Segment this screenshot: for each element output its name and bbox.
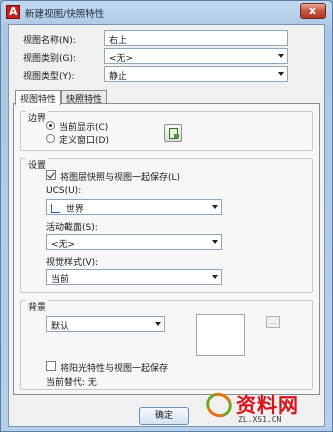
view-category-value: <无> (109, 54, 134, 64)
settings-group-title: 设置 (26, 158, 49, 171)
live-section-value: <无> (51, 240, 76, 250)
chevron-down-icon (278, 72, 284, 76)
watermark-url: ZL.XS1.CN (238, 415, 282, 424)
watermark-brand: 资料网 (236, 393, 299, 417)
ucs-value: 世界 (65, 205, 84, 215)
current-display-radio[interactable] (46, 121, 55, 130)
ucs-select[interactable]: 世界 (46, 199, 222, 215)
define-window-radio[interactable] (46, 134, 55, 143)
watermark-logo-icon (202, 388, 236, 422)
ucs-label: UCS(U): (46, 186, 82, 196)
visual-style-select[interactable]: 当前 (46, 269, 222, 285)
window-title: 新建视图/快照特性 (25, 9, 105, 20)
background-value: 默认 (51, 322, 70, 332)
background-group: 背景 默认 ... 将阳光特性与视图一起保存 当前替代: 无 (20, 300, 313, 390)
boundary-group: 边界 当前显示(C) 定义窗口(D) (20, 111, 313, 151)
settings-group: 设置 将图层快照与视图一起保存(L) UCS(U): 世界 活动截面(S): <… (20, 158, 313, 293)
define-window-icon (169, 128, 179, 139)
tab-view-properties[interactable]: 视图特性 (15, 90, 62, 105)
live-section-select[interactable]: <无> (46, 234, 222, 250)
visual-style-value: 当前 (51, 275, 70, 285)
background-select[interactable]: 默认 (46, 316, 165, 332)
define-window-button[interactable] (164, 124, 182, 142)
world-ucs-icon (51, 204, 60, 213)
view-category-select[interactable]: <无> (104, 48, 288, 64)
chevron-down-icon (155, 322, 161, 326)
view-name-label: 视图名称(N): (23, 36, 76, 46)
background-preview (196, 314, 245, 356)
view-name-input[interactable]: 右上 (104, 30, 288, 46)
chevron-down-icon (212, 205, 218, 209)
save-sun-properties-checkbox[interactable] (46, 361, 56, 371)
ok-button[interactable]: 确定 (139, 407, 189, 425)
define-window-label: 定义窗口(D) (59, 136, 109, 146)
watermark: 资料网 ZL.XS1.CN (202, 388, 330, 429)
view-type-label: 视图类型(Y): (23, 72, 75, 82)
dialog-client-area: 视图名称(N): 右上 视图类别(G): <无> 视图类型(Y): 静止 视图特… (8, 24, 325, 427)
current-override-text: 当前替代: 无 (46, 378, 97, 388)
save-layer-snapshot-label: 将图层快照与视图一起保存(L) (60, 173, 181, 183)
view-type-value: 静止 (109, 72, 128, 82)
save-sun-properties-label: 将阳光特性与视图一起保存 (60, 364, 169, 374)
title-bar[interactable]: 新建视图/快照特性 x (1, 1, 332, 23)
dialog-window: 新建视图/快照特性 x 视图名称(N): 右上 视图类别(G): <无> 视图类… (0, 0, 333, 432)
visual-style-label: 视觉样式(V): (46, 258, 99, 268)
chevron-down-icon (278, 54, 284, 58)
tab-snapshot-properties[interactable]: 快照特性 (61, 90, 108, 105)
view-category-label: 视图类别(G): (23, 54, 77, 64)
live-section-label: 活动截面(S): (46, 223, 98, 233)
autocad-app-icon (6, 5, 20, 19)
view-type-select[interactable]: 静止 (104, 66, 288, 82)
background-ellipsis-button[interactable]: ... (266, 316, 280, 328)
chevron-down-icon (212, 240, 218, 244)
current-display-label: 当前显示(C) (59, 123, 109, 133)
chevron-down-icon (212, 275, 218, 279)
background-group-title: 背景 (26, 300, 49, 313)
tab-panel: 边界 当前显示(C) 定义窗口(D) 设置 将图层快照与视图一起保存(L) UC… (13, 103, 320, 395)
boundary-group-title: 边界 (26, 111, 49, 124)
save-layer-snapshot-checkbox[interactable] (46, 170, 56, 180)
close-button[interactable]: x (300, 3, 326, 19)
close-icon: x (309, 4, 317, 17)
